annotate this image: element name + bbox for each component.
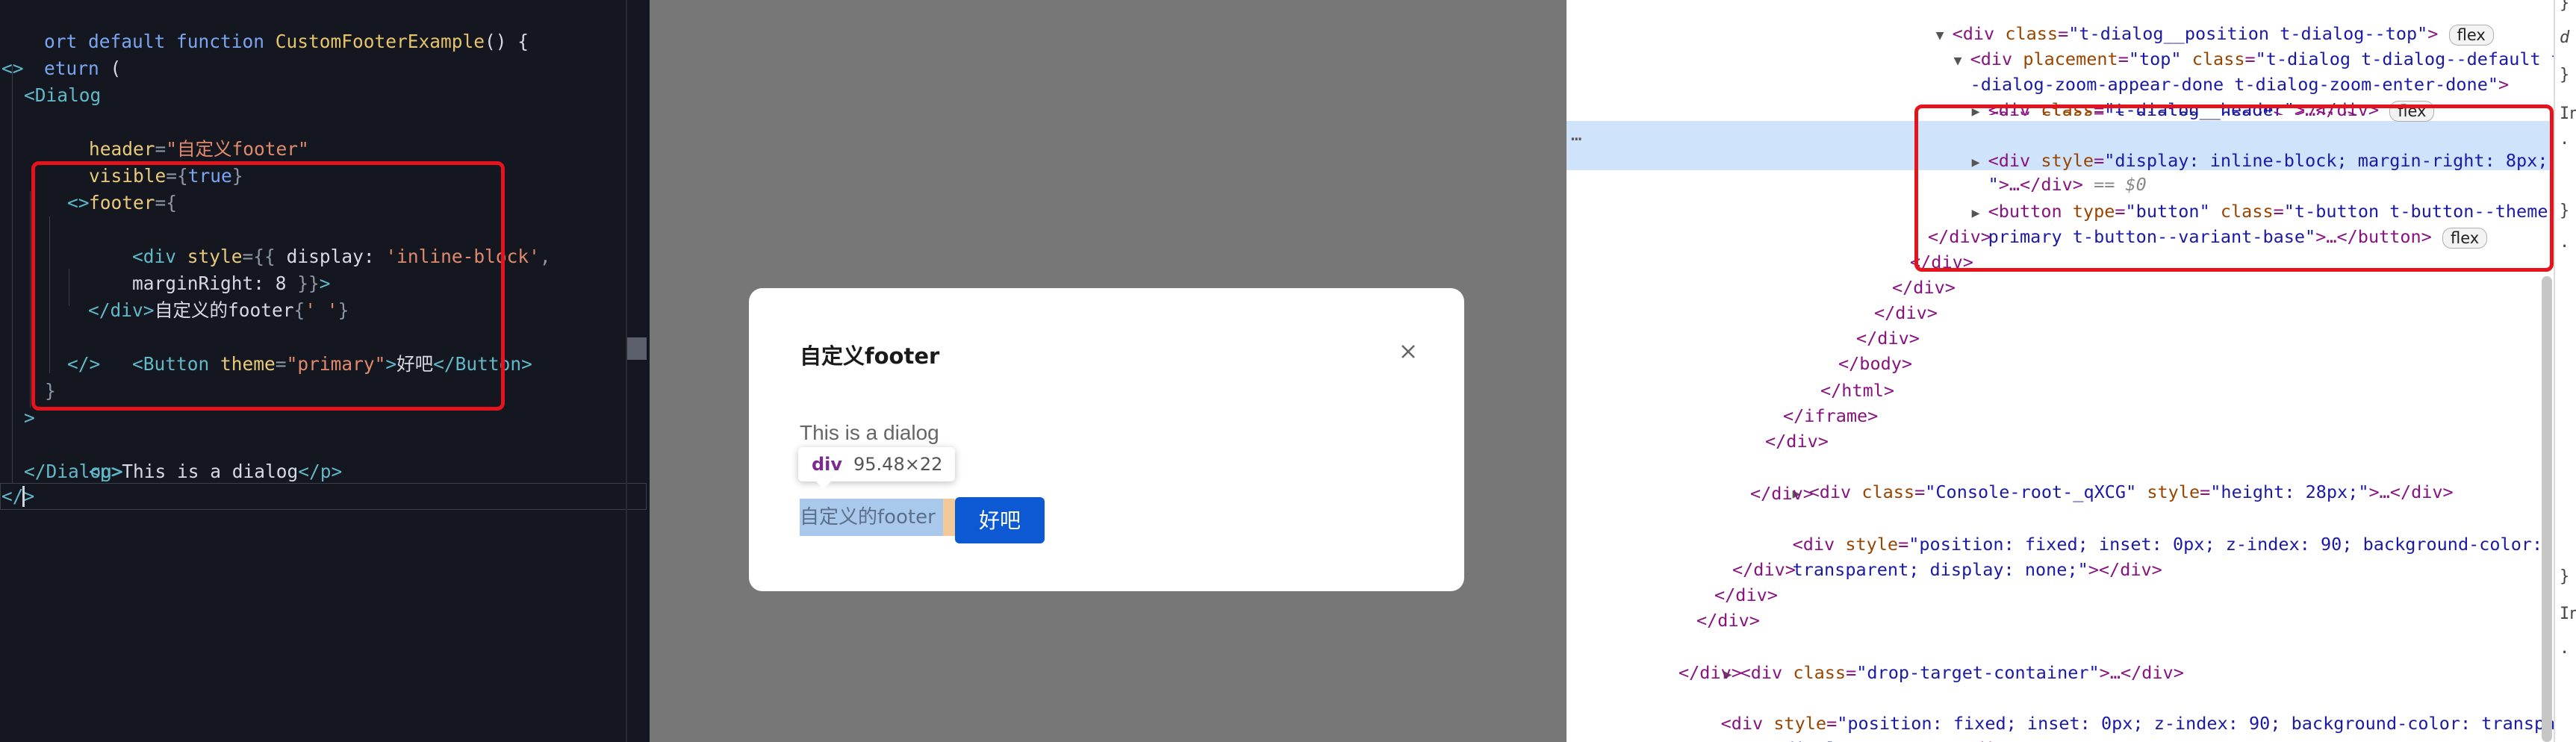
code-token: </p> [298,461,343,482]
styles-glyph: In [2560,105,2576,123]
code-line[interactable]: </> [1,483,34,510]
dom-token: <div [1740,662,1793,683]
styles-glyph: } [2560,0,2570,13]
styles-glyph: In [2560,605,2576,623]
dialog: 自定义footer This is a dialog div 95.48×22 … [749,288,1464,591]
inspect-tooltip: div 95.48×22 [798,447,955,489]
dom-node[interactable]: ▶ <div class="t-dialog__header">…</div> f… [1929,72,2435,122]
annotation-box [1914,105,2554,272]
dom-node[interactable]: ▼ <div class="t-dialog__position t-dialog… [1894,0,2494,46]
dom-node[interactable]: <div style="position: fixed; inset: 0px;… [1750,506,2543,555]
dom-token: >…</div> [2099,662,2184,683]
code-token: ( [99,57,122,79]
code-token: <Dialog [24,84,102,106]
dom-node-continued[interactable]: rent; display: none;"></div> [1679,711,2017,742]
styles-glyph: · [2560,643,2570,662]
code-line[interactable]: </Dialog> [24,458,123,485]
dialog-body-text: This is a dialog [800,421,939,444]
node-actions-ellipsis[interactable]: … [1571,124,1581,145]
dom-node-continued[interactable]: -dialog-zoom-appear-done t-dialog-zoom-e… [1928,46,2510,95]
styles-glyph: · [2560,134,2570,153]
styles-glyph: · [2560,237,2570,256]
dom-node-close[interactable]: </iframe> [1783,403,1878,428]
dom-token: transparent; display: none;" [1792,559,2088,580]
code-line[interactable]: <Dialog [24,82,101,109]
dom-node-close[interactable]: </div> [1765,428,1829,454]
dom-token: = [1846,662,1857,683]
indent-guide [30,191,31,408]
code-line[interactable]: <p>This is a dialog</p> [45,431,342,482]
dom-node-close[interactable]: </div> [1696,608,1760,633]
styles-glyph: } [2560,202,2570,220]
dom-token: "Console-root-_qXCG" [1925,481,2137,502]
indent-guide [12,66,13,484]
styles-pane-edge: } d } In · } · } In · [2555,0,2576,742]
devtools-elements-panel[interactable]: … ▼ <div class="t-dialog__position t-dial… [1567,0,2576,742]
dom-token: class [1793,662,1847,683]
dom-node-close[interactable]: </html> [1820,378,1894,403]
dom-token: "drop-target-container" [1856,662,2100,683]
dom-node-continued[interactable]: transparent; display: none;"></div> [1750,531,2162,580]
dom-token: > [2498,74,2510,95]
editor-divider [626,0,627,742]
code-token: , [539,246,551,267]
dom-node-close[interactable]: </div> [1679,660,1742,685]
code-line[interactable]: eturn ( [0,28,121,79]
code-token: </> [1,485,35,507]
dom-token: ></div> [1943,738,2017,742]
code-editor[interactable]: ort default function CustomFooterExample… [0,0,650,742]
dom-token: ></div> [2088,559,2162,580]
styles-glyph: d [2560,28,2570,47]
code-token: () { [485,31,529,52]
dom-token: style [2147,481,2200,502]
footer-text: 自定义的footer [800,499,943,536]
dom-node[interactable]: <div style="position: fixed; inset: 0px;… [1679,685,2556,734]
styles-glyph: } [2560,567,2570,586]
code-token: This is a dialog [122,461,299,482]
code-token: CustomFooterExample [275,31,485,52]
dialog-title: 自定义footer [800,343,940,369]
code-line[interactable]: <> [1,55,24,82]
code-token: eturn [44,57,99,79]
dom-token: = [1914,481,1926,502]
tooltip-size: 95.48×22 [853,454,943,475]
dom-node-close[interactable]: </div> [1892,275,1956,300]
tooltip-tag: div [812,454,843,475]
dom-node-close[interactable]: </body> [1838,351,1912,376]
close-icon[interactable] [1397,340,1419,363]
annotation-box [31,161,505,411]
ok-button[interactable]: 好吧 [955,497,1045,543]
dom-node[interactable]: ▶ <div class="Console-root-_qXCG" style="… [1750,454,2454,502]
devtools-scrollbar[interactable] [2542,276,2552,742]
code-line[interactable]: ort default function CustomFooterExample… [0,1,529,52]
dom-node-close[interactable]: </div> [1856,325,1920,351]
dom-token: "height: 28px;" [2210,481,2369,502]
dom-token: >…</div> [2368,481,2454,502]
editor-scrollbar-marker[interactable] [627,337,647,360]
active-line-highlight [0,483,647,510]
dom-node[interactable]: ▼ <div placement="top" class="t-dialog t-… [1911,21,2562,69]
margin-highlight [943,499,955,536]
close-icon-glyph [1401,345,1415,358]
dom-token: rent; display: none;" [1721,738,1943,742]
text-cursor [22,486,25,507]
code-token: <> [1,57,24,79]
dom-node-close[interactable]: </div> [1714,582,1778,608]
code-token: </Dialog> [24,461,123,482]
code-line[interactable]: visible={true} [45,136,243,187]
code-token: > [24,407,35,428]
styles-glyph: } [2560,66,2570,84]
dom-node-close[interactable]: </div> [1732,557,1796,582]
dom-node-close[interactable]: </div> [1750,481,1814,506]
dom-token: = [2200,481,2211,502]
dom-node-close[interactable]: </div> [1874,300,1938,325]
code-line[interactable]: header="自定义footer" [45,109,309,160]
dom-token: class [1861,481,1915,502]
dom-node[interactable]: ▶ <div class="drop-target-container">…</d… [1681,635,2184,683]
dom-token: <div [1808,481,1862,502]
preview-pane[interactable]: 自定义footer This is a dialog div 95.48×22 … [650,0,1567,742]
tooltip-arrow [815,480,833,489]
